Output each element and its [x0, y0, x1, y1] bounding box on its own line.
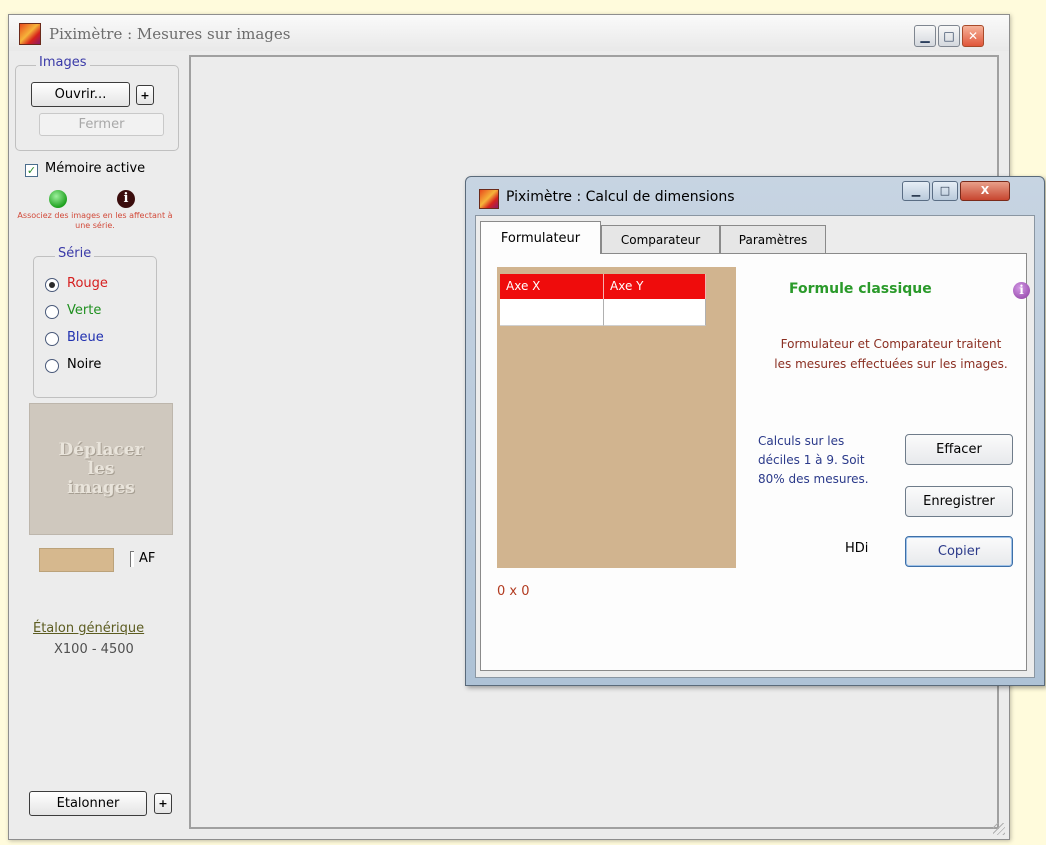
- radio-noire[interactable]: [45, 359, 59, 373]
- memory-checkbox-label: Mémoire active: [45, 161, 146, 176]
- measure-grid[interactable]: Axe X Axe Y: [497, 267, 736, 568]
- clear-button[interactable]: Effacer: [905, 434, 1013, 465]
- memory-hint: Associez des images en les affectant à u…: [17, 211, 173, 230]
- copy-button[interactable]: Copier: [905, 536, 1013, 567]
- left-panel: Images Ouvrir... + Fermer ✓ Mémoire acti…: [9, 51, 181, 839]
- drag-images-zone[interactable]: Déplacer les images: [29, 403, 173, 535]
- info-icon[interactable]: i: [1013, 282, 1030, 299]
- close-icon: X: [980, 184, 990, 197]
- close-icon: ✕: [967, 29, 979, 43]
- dialog-client: Formulateur Comparateur Paramètres Axe X…: [475, 215, 1035, 678]
- maximize-icon: □: [939, 184, 951, 197]
- calibrate-button[interactable]: Etalonner: [29, 791, 147, 816]
- copy-button-label: Copier: [937, 544, 981, 559]
- calculation-note: Calculs sur les déciles 1 à 9. Soit 80% …: [758, 434, 869, 486]
- radio-verte[interactable]: [45, 305, 59, 319]
- save-button[interactable]: Enregistrer: [905, 486, 1013, 517]
- checkmark-icon: ✓: [26, 164, 37, 177]
- open-more-button[interactable]: +: [136, 85, 154, 105]
- app-icon: [19, 23, 41, 45]
- grid-cell[interactable]: [604, 299, 706, 326]
- radio-bleue[interactable]: [45, 332, 59, 346]
- tab-parametres-label: Paramètres: [738, 232, 808, 247]
- main-window-title: Piximètre : Mesures sur images: [49, 25, 291, 43]
- color-swatch[interactable]: [39, 548, 114, 572]
- maximize-button[interactable]: □: [938, 25, 960, 47]
- green-status-icon: [49, 190, 67, 208]
- open-button[interactable]: Ouvrir...: [31, 82, 130, 107]
- radio-rouge-label: Rouge: [67, 276, 108, 291]
- tab-formulateur[interactable]: Formulateur: [480, 221, 601, 254]
- close-image-label: Fermer: [78, 117, 125, 132]
- tab-formulateur-label: Formulateur: [500, 230, 581, 246]
- grid-header-axe-x[interactable]: Axe X: [500, 274, 604, 299]
- generic-standard-link[interactable]: Étalon générique: [33, 621, 144, 636]
- dialog-app-icon: [479, 189, 499, 209]
- radio-rouge[interactable]: [45, 278, 59, 292]
- calibrate-more-button[interactable]: +: [154, 793, 172, 814]
- standard-range: X100 - 4500: [54, 642, 134, 657]
- memory-checkbox[interactable]: ✓: [25, 164, 38, 177]
- af-checkbox[interactable]: [130, 551, 134, 567]
- tab-comparateur-label: Comparateur: [620, 232, 701, 247]
- dimensions-readout: 0 x 0: [497, 584, 530, 599]
- formula-title: Formule classique: [789, 281, 932, 297]
- af-label: AF: [139, 551, 156, 566]
- dialog-minimize-button[interactable]: ▁: [902, 181, 930, 201]
- plus-icon: +: [140, 88, 150, 102]
- calc-dimensions-dialog: Piximètre : Calcul de dimensions ▁ □ X F…: [465, 176, 1045, 686]
- close-image-button[interactable]: Fermer: [39, 113, 164, 136]
- info-icon[interactable]: i: [117, 190, 135, 208]
- tab-comparateur[interactable]: Comparateur: [601, 225, 720, 253]
- clear-button-label: Effacer: [936, 442, 982, 457]
- minimize-icon: ▁: [911, 184, 921, 197]
- radio-noire-label: Noire: [67, 357, 102, 372]
- radio-verte-label: Verte: [67, 303, 102, 318]
- maximize-icon: □: [943, 29, 955, 43]
- resize-grip-icon[interactable]: [993, 823, 1005, 835]
- save-button-label: Enregistrer: [923, 494, 995, 509]
- formula-description: Formulateur et Comparateur traitent les …: [774, 337, 1008, 371]
- series-group-legend: Série: [55, 246, 95, 261]
- open-button-label: Ouvrir...: [54, 87, 107, 102]
- formulateur-panel: Axe X Axe Y 0 x 0 Formule classique i Fo…: [480, 253, 1030, 671]
- images-group: [15, 65, 179, 151]
- dialog-maximize-button[interactable]: □: [932, 181, 958, 201]
- tab-parametres[interactable]: Paramètres: [720, 225, 826, 253]
- close-button[interactable]: ✕: [962, 25, 984, 47]
- grid-cell[interactable]: [500, 299, 604, 326]
- radio-bleue-label: Bleue: [67, 330, 104, 345]
- grid-header-axe-y[interactable]: Axe Y: [604, 274, 706, 299]
- hdi-label: HDi: [845, 541, 869, 556]
- plus-icon: +: [158, 797, 168, 810]
- calibrate-label: Etalonner: [56, 796, 120, 811]
- minimize-icon: ▁: [920, 29, 930, 43]
- dialog-close-button[interactable]: X: [960, 181, 1010, 201]
- dialog-title: Piximètre : Calcul de dimensions: [506, 189, 735, 205]
- main-title-bar[interactable]: Piximètre : Mesures sur images ▁ □ ✕: [9, 15, 1009, 51]
- images-group-legend: Images: [36, 55, 90, 70]
- minimize-button[interactable]: ▁: [914, 25, 936, 47]
- drag-zone-label: Déplacer les images: [58, 439, 144, 498]
